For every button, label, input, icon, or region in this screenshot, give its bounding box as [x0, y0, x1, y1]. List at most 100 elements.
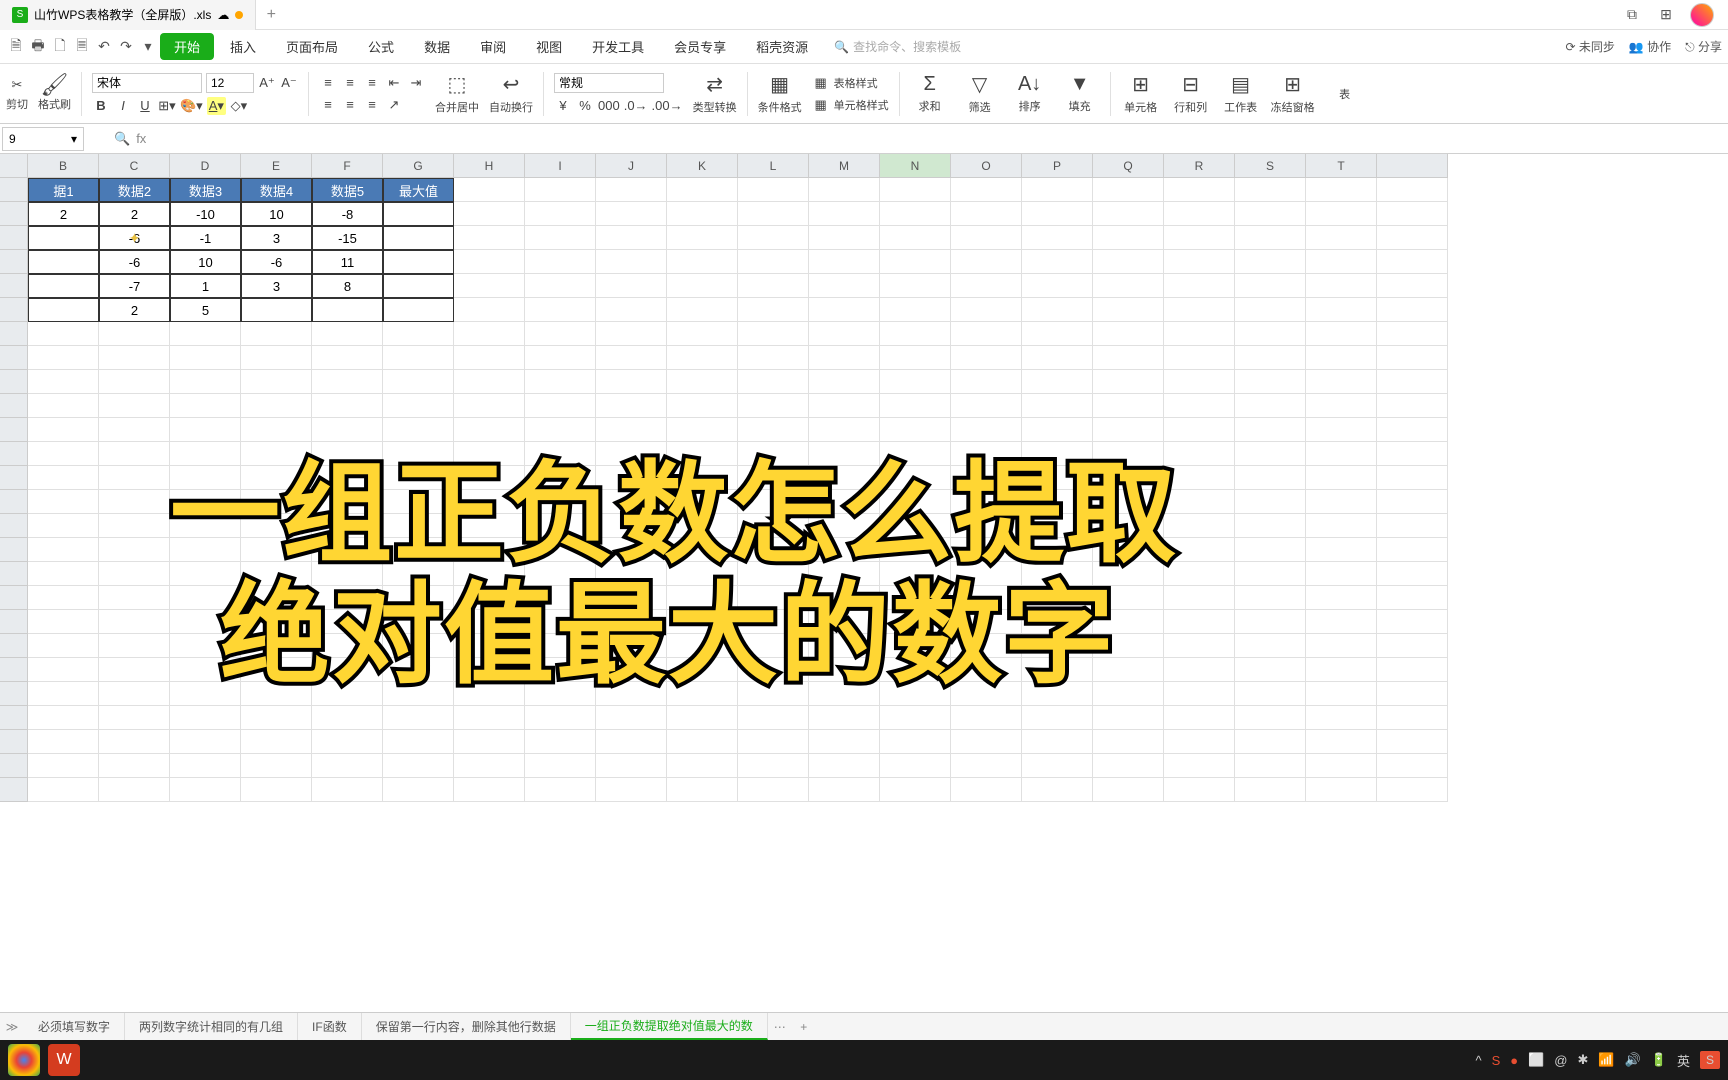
- empty-cell[interactable]: [1093, 514, 1164, 538]
- column-header[interactable]: F: [312, 154, 383, 178]
- empty-cell[interactable]: [596, 634, 667, 658]
- empty-cell[interactable]: [241, 394, 312, 418]
- empty-cell[interactable]: [1377, 562, 1448, 586]
- empty-cell[interactable]: [454, 706, 525, 730]
- empty-cell[interactable]: [880, 610, 951, 634]
- empty-cell[interactable]: [880, 346, 951, 370]
- tab-insert[interactable]: 插入: [216, 33, 270, 60]
- empty-cell[interactable]: [880, 778, 951, 802]
- empty-cell[interactable]: [241, 514, 312, 538]
- empty-cell[interactable]: [809, 250, 880, 274]
- empty-cell[interactable]: [99, 754, 170, 778]
- apps-icon[interactable]: ⊞: [1656, 5, 1676, 25]
- empty-cell[interactable]: [312, 706, 383, 730]
- empty-cell[interactable]: [951, 658, 1022, 682]
- border-button[interactable]: ⊞▾: [158, 97, 176, 115]
- empty-cell[interactable]: [880, 754, 951, 778]
- empty-cell[interactable]: [1164, 226, 1235, 250]
- empty-cell[interactable]: [170, 730, 241, 754]
- empty-cell[interactable]: [809, 322, 880, 346]
- empty-cell[interactable]: [1306, 226, 1377, 250]
- empty-cell[interactable]: [1306, 658, 1377, 682]
- empty-cell[interactable]: [667, 466, 738, 490]
- empty-cell[interactable]: [738, 730, 809, 754]
- tab-data[interactable]: 数据: [410, 33, 464, 60]
- empty-cell[interactable]: [738, 322, 809, 346]
- empty-cell[interactable]: [525, 442, 596, 466]
- empty-cell[interactable]: [312, 778, 383, 802]
- empty-cell[interactable]: [738, 514, 809, 538]
- empty-cell[interactable]: [1377, 538, 1448, 562]
- empty-cell[interactable]: [880, 682, 951, 706]
- empty-cell[interactable]: [525, 706, 596, 730]
- comma-icon[interactable]: 000: [598, 97, 620, 115]
- empty-cell[interactable]: [1022, 346, 1093, 370]
- empty-cell[interactable]: [383, 346, 454, 370]
- empty-cell[interactable]: [1022, 706, 1093, 730]
- empty-cell[interactable]: [99, 730, 170, 754]
- empty-cell[interactable]: [951, 346, 1022, 370]
- cell-button[interactable]: ⊞单元格: [1121, 72, 1161, 115]
- empty-cell[interactable]: [596, 370, 667, 394]
- empty-cell[interactable]: [738, 682, 809, 706]
- column-header[interactable]: R: [1164, 154, 1235, 178]
- paint-icon[interactable]: 🖌: [41, 76, 69, 94]
- fillcolor-button[interactable]: 🎨▾: [180, 97, 203, 115]
- empty-cell[interactable]: [1235, 298, 1306, 322]
- empty-cell[interactable]: [1093, 394, 1164, 418]
- empty-cell[interactable]: [809, 514, 880, 538]
- empty-cell[interactable]: [809, 178, 880, 202]
- column-header[interactable]: S: [1235, 154, 1306, 178]
- bold-button[interactable]: B: [92, 97, 110, 115]
- empty-cell[interactable]: [1164, 730, 1235, 754]
- empty-cell[interactable]: [809, 538, 880, 562]
- empty-cell[interactable]: [241, 322, 312, 346]
- empty-cell[interactable]: [809, 226, 880, 250]
- empty-cell[interactable]: [667, 394, 738, 418]
- empty-cell[interactable]: [1235, 514, 1306, 538]
- empty-cell[interactable]: [99, 418, 170, 442]
- empty-cell[interactable]: [28, 730, 99, 754]
- empty-cell[interactable]: [1235, 634, 1306, 658]
- empty-cell[interactable]: [1377, 322, 1448, 346]
- empty-cell[interactable]: [1235, 610, 1306, 634]
- data-cell[interactable]: 2: [99, 298, 170, 322]
- empty-cell[interactable]: [170, 634, 241, 658]
- empty-cell[interactable]: [809, 730, 880, 754]
- empty-cell[interactable]: [951, 754, 1022, 778]
- data-cell[interactable]: [28, 298, 99, 322]
- empty-cell[interactable]: [596, 586, 667, 610]
- empty-cell[interactable]: [1022, 394, 1093, 418]
- empty-cell[interactable]: [241, 370, 312, 394]
- namebox[interactable]: 9▾: [2, 127, 84, 151]
- empty-cell[interactable]: [667, 610, 738, 634]
- sheet-nav-more[interactable]: ⋯: [768, 1020, 792, 1034]
- align-bot-icon[interactable]: ≡: [363, 74, 381, 92]
- column-header[interactable]: C: [99, 154, 170, 178]
- empty-cell[interactable]: [1306, 730, 1377, 754]
- empty-cell[interactable]: [951, 298, 1022, 322]
- empty-cell[interactable]: [880, 370, 951, 394]
- empty-cell[interactable]: [454, 610, 525, 634]
- empty-cell[interactable]: [951, 778, 1022, 802]
- empty-cell[interactable]: [525, 658, 596, 682]
- empty-cell[interactable]: [1093, 706, 1164, 730]
- empty-cell[interactable]: [312, 562, 383, 586]
- empty-cell[interactable]: [738, 370, 809, 394]
- empty-cell[interactable]: [667, 298, 738, 322]
- empty-cell[interactable]: [667, 562, 738, 586]
- italic-button[interactable]: I: [114, 97, 132, 115]
- column-header[interactable]: D: [170, 154, 241, 178]
- empty-cell[interactable]: [383, 370, 454, 394]
- empty-cell[interactable]: [525, 586, 596, 610]
- empty-cell[interactable]: [525, 634, 596, 658]
- empty-cell[interactable]: [951, 682, 1022, 706]
- empty-cell[interactable]: [1377, 394, 1448, 418]
- table-header-cell[interactable]: 据1: [28, 178, 99, 202]
- sheet-tab-4[interactable]: 一组正负数提取绝对值最大的数: [571, 1013, 768, 1040]
- collab-button[interactable]: 👥 协作: [1629, 38, 1671, 55]
- empty-cell[interactable]: [809, 202, 880, 226]
- empty-cell[interactable]: [1377, 418, 1448, 442]
- grow-font-icon[interactable]: A⁺: [258, 74, 276, 92]
- empty-cell[interactable]: [525, 346, 596, 370]
